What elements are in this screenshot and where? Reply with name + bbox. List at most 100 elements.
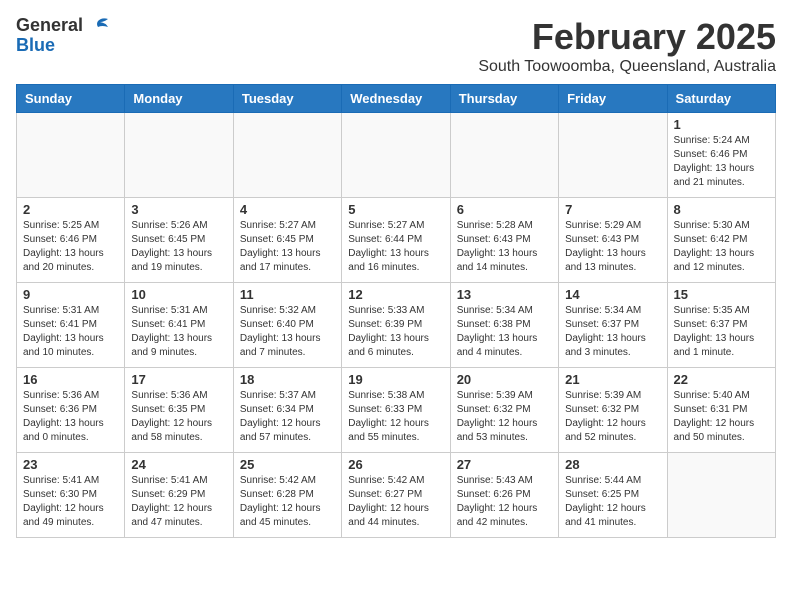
- day-cell-17: 17 Sunrise: 5:36 AM Sunset: 6:35 PM Dayli…: [125, 368, 233, 453]
- day-info: Sunrise: 5:29 AM Sunset: 6:43 PM Dayligh…: [565, 219, 660, 275]
- day-number: 17: [131, 372, 226, 387]
- day-number: 11: [240, 287, 335, 302]
- empty-cell: [342, 113, 450, 198]
- weekday-header-thursday: Thursday: [450, 85, 558, 113]
- day-info: Sunrise: 5:42 AM Sunset: 6:28 PM Dayligh…: [240, 474, 335, 530]
- day-number: 9: [23, 287, 118, 302]
- day-number: 16: [23, 372, 118, 387]
- day-number: 20: [457, 372, 552, 387]
- day-info: Sunrise: 5:26 AM Sunset: 6:45 PM Dayligh…: [131, 219, 226, 275]
- day-cell-13: 13 Sunrise: 5:34 AM Sunset: 6:38 PM Dayli…: [450, 283, 558, 368]
- day-info: Sunrise: 5:25 AM Sunset: 6:46 PM Dayligh…: [23, 219, 118, 275]
- week-row-5: 23 Sunrise: 5:41 AM Sunset: 6:30 PM Dayli…: [17, 453, 776, 538]
- day-number: 12: [348, 287, 443, 302]
- weekday-header-saturday: Saturday: [667, 85, 775, 113]
- day-number: 19: [348, 372, 443, 387]
- day-number: 28: [565, 457, 660, 472]
- day-cell-21: 21 Sunrise: 5:39 AM Sunset: 6:32 PM Dayli…: [559, 368, 667, 453]
- weekday-header-row: SundayMondayTuesdayWednesdayThursdayFrid…: [17, 85, 776, 113]
- day-info: Sunrise: 5:43 AM Sunset: 6:26 PM Dayligh…: [457, 474, 552, 530]
- week-row-2: 2Sunrise: 5:25 AM Sunset: 6:46 PM Daylig…: [17, 198, 776, 283]
- page-header: General Blue February 2025 South Toowoom…: [16, 16, 776, 76]
- day-info: Sunrise: 5:34 AM Sunset: 6:37 PM Dayligh…: [565, 304, 660, 360]
- day-number: 27: [457, 457, 552, 472]
- day-info: Sunrise: 5:36 AM Sunset: 6:35 PM Dayligh…: [131, 389, 226, 445]
- logo-bird-icon: [88, 17, 110, 35]
- day-number: 7: [565, 202, 660, 217]
- day-cell-14: 14 Sunrise: 5:34 AM Sunset: 6:37 PM Dayli…: [559, 283, 667, 368]
- day-cell-4: 4 Sunrise: 5:27 AM Sunset: 6:45 PM Daylig…: [233, 198, 341, 283]
- day-cell-6: 6 Sunrise: 5:28 AM Sunset: 6:43 PM Daylig…: [450, 198, 558, 283]
- day-info: Sunrise: 5:31 AM Sunset: 6:41 PM Dayligh…: [23, 304, 118, 360]
- day-info: Sunrise: 5:33 AM Sunset: 6:39 PM Dayligh…: [348, 304, 443, 360]
- day-info: Sunrise: 5:38 AM Sunset: 6:33 PM Dayligh…: [348, 389, 443, 445]
- day-info: Sunrise: 5:28 AM Sunset: 6:43 PM Dayligh…: [457, 219, 552, 275]
- day-info: Sunrise: 5:34 AM Sunset: 6:38 PM Dayligh…: [457, 304, 552, 360]
- day-info: Sunrise: 5:27 AM Sunset: 6:44 PM Dayligh…: [348, 219, 443, 275]
- weekday-header-wednesday: Wednesday: [342, 85, 450, 113]
- day-number: 10: [131, 287, 226, 302]
- day-info: Sunrise: 5:35 AM Sunset: 6:37 PM Dayligh…: [674, 304, 769, 360]
- day-info: Sunrise: 5:27 AM Sunset: 6:45 PM Dayligh…: [240, 219, 335, 275]
- weekday-header-sunday: Sunday: [17, 85, 125, 113]
- empty-cell: [450, 113, 558, 198]
- day-cell-8: 8Sunrise: 5:30 AM Sunset: 6:42 PM Daylig…: [667, 198, 775, 283]
- day-info: Sunrise: 5:37 AM Sunset: 6:34 PM Dayligh…: [240, 389, 335, 445]
- day-cell-1: 1 Sunrise: 5:24 AM Sunset: 6:46 PM Daylig…: [667, 113, 775, 198]
- empty-cell: [667, 453, 775, 538]
- day-cell-27: 27 Sunrise: 5:43 AM Sunset: 6:26 PM Dayli…: [450, 453, 558, 538]
- day-number: 1: [674, 117, 769, 132]
- day-info: Sunrise: 5:39 AM Sunset: 6:32 PM Dayligh…: [457, 389, 552, 445]
- logo-general: General: [16, 16, 110, 36]
- day-cell-3: 3 Sunrise: 5:26 AM Sunset: 6:45 PM Daylig…: [125, 198, 233, 283]
- day-cell-23: 23 Sunrise: 5:41 AM Sunset: 6:30 PM Dayli…: [17, 453, 125, 538]
- day-info: Sunrise: 5:44 AM Sunset: 6:25 PM Dayligh…: [565, 474, 660, 530]
- day-cell-25: 25Sunrise: 5:42 AM Sunset: 6:28 PM Dayli…: [233, 453, 341, 538]
- day-info: Sunrise: 5:41 AM Sunset: 6:29 PM Dayligh…: [131, 474, 226, 530]
- logo-blue: Blue: [16, 36, 110, 56]
- day-cell-28: 28 Sunrise: 5:44 AM Sunset: 6:25 PM Dayli…: [559, 453, 667, 538]
- day-cell-11: 11 Sunrise: 5:32 AM Sunset: 6:40 PM Dayli…: [233, 283, 341, 368]
- day-number: 22: [674, 372, 769, 387]
- day-number: 8: [674, 202, 769, 217]
- day-number: 4: [240, 202, 335, 217]
- day-info: Sunrise: 5:31 AM Sunset: 6:41 PM Dayligh…: [131, 304, 226, 360]
- empty-cell: [233, 113, 341, 198]
- day-info: Sunrise: 5:40 AM Sunset: 6:31 PM Dayligh…: [674, 389, 769, 445]
- calendar-subtitle: South Toowoomba, Queensland, Australia: [478, 58, 776, 76]
- calendar-title: February 2025: [478, 16, 776, 58]
- weekday-header-monday: Monday: [125, 85, 233, 113]
- day-cell-2: 2Sunrise: 5:25 AM Sunset: 6:46 PM Daylig…: [17, 198, 125, 283]
- week-row-1: 1 Sunrise: 5:24 AM Sunset: 6:46 PM Daylig…: [17, 113, 776, 198]
- day-number: 21: [565, 372, 660, 387]
- day-cell-19: 19 Sunrise: 5:38 AM Sunset: 6:33 PM Dayli…: [342, 368, 450, 453]
- calendar-table: SundayMondayTuesdayWednesdayThursdayFrid…: [16, 84, 776, 538]
- empty-cell: [559, 113, 667, 198]
- day-cell-24: 24 Sunrise: 5:41 AM Sunset: 6:29 PM Dayli…: [125, 453, 233, 538]
- day-info: Sunrise: 5:41 AM Sunset: 6:30 PM Dayligh…: [23, 474, 118, 530]
- day-info: Sunrise: 5:24 AM Sunset: 6:46 PM Dayligh…: [674, 134, 769, 190]
- empty-cell: [17, 113, 125, 198]
- day-number: 6: [457, 202, 552, 217]
- day-cell-12: 12 Sunrise: 5:33 AM Sunset: 6:39 PM Dayli…: [342, 283, 450, 368]
- day-number: 26: [348, 457, 443, 472]
- day-number: 14: [565, 287, 660, 302]
- day-number: 15: [674, 287, 769, 302]
- day-cell-7: 7 Sunrise: 5:29 AM Sunset: 6:43 PM Daylig…: [559, 198, 667, 283]
- day-info: Sunrise: 5:39 AM Sunset: 6:32 PM Dayligh…: [565, 389, 660, 445]
- day-number: 3: [131, 202, 226, 217]
- day-cell-10: 10 Sunrise: 5:31 AM Sunset: 6:41 PM Dayli…: [125, 283, 233, 368]
- weekday-header-friday: Friday: [559, 85, 667, 113]
- day-number: 13: [457, 287, 552, 302]
- day-number: 24: [131, 457, 226, 472]
- week-row-4: 16Sunrise: 5:36 AM Sunset: 6:36 PM Dayli…: [17, 368, 776, 453]
- weekday-header-tuesday: Tuesday: [233, 85, 341, 113]
- day-number: 18: [240, 372, 335, 387]
- empty-cell: [125, 113, 233, 198]
- day-cell-20: 20 Sunrise: 5:39 AM Sunset: 6:32 PM Dayli…: [450, 368, 558, 453]
- day-info: Sunrise: 5:32 AM Sunset: 6:40 PM Dayligh…: [240, 304, 335, 360]
- day-cell-16: 16Sunrise: 5:36 AM Sunset: 6:36 PM Dayli…: [17, 368, 125, 453]
- day-cell-15: 15 Sunrise: 5:35 AM Sunset: 6:37 PM Dayli…: [667, 283, 775, 368]
- day-number: 23: [23, 457, 118, 472]
- day-cell-9: 9 Sunrise: 5:31 AM Sunset: 6:41 PM Daylig…: [17, 283, 125, 368]
